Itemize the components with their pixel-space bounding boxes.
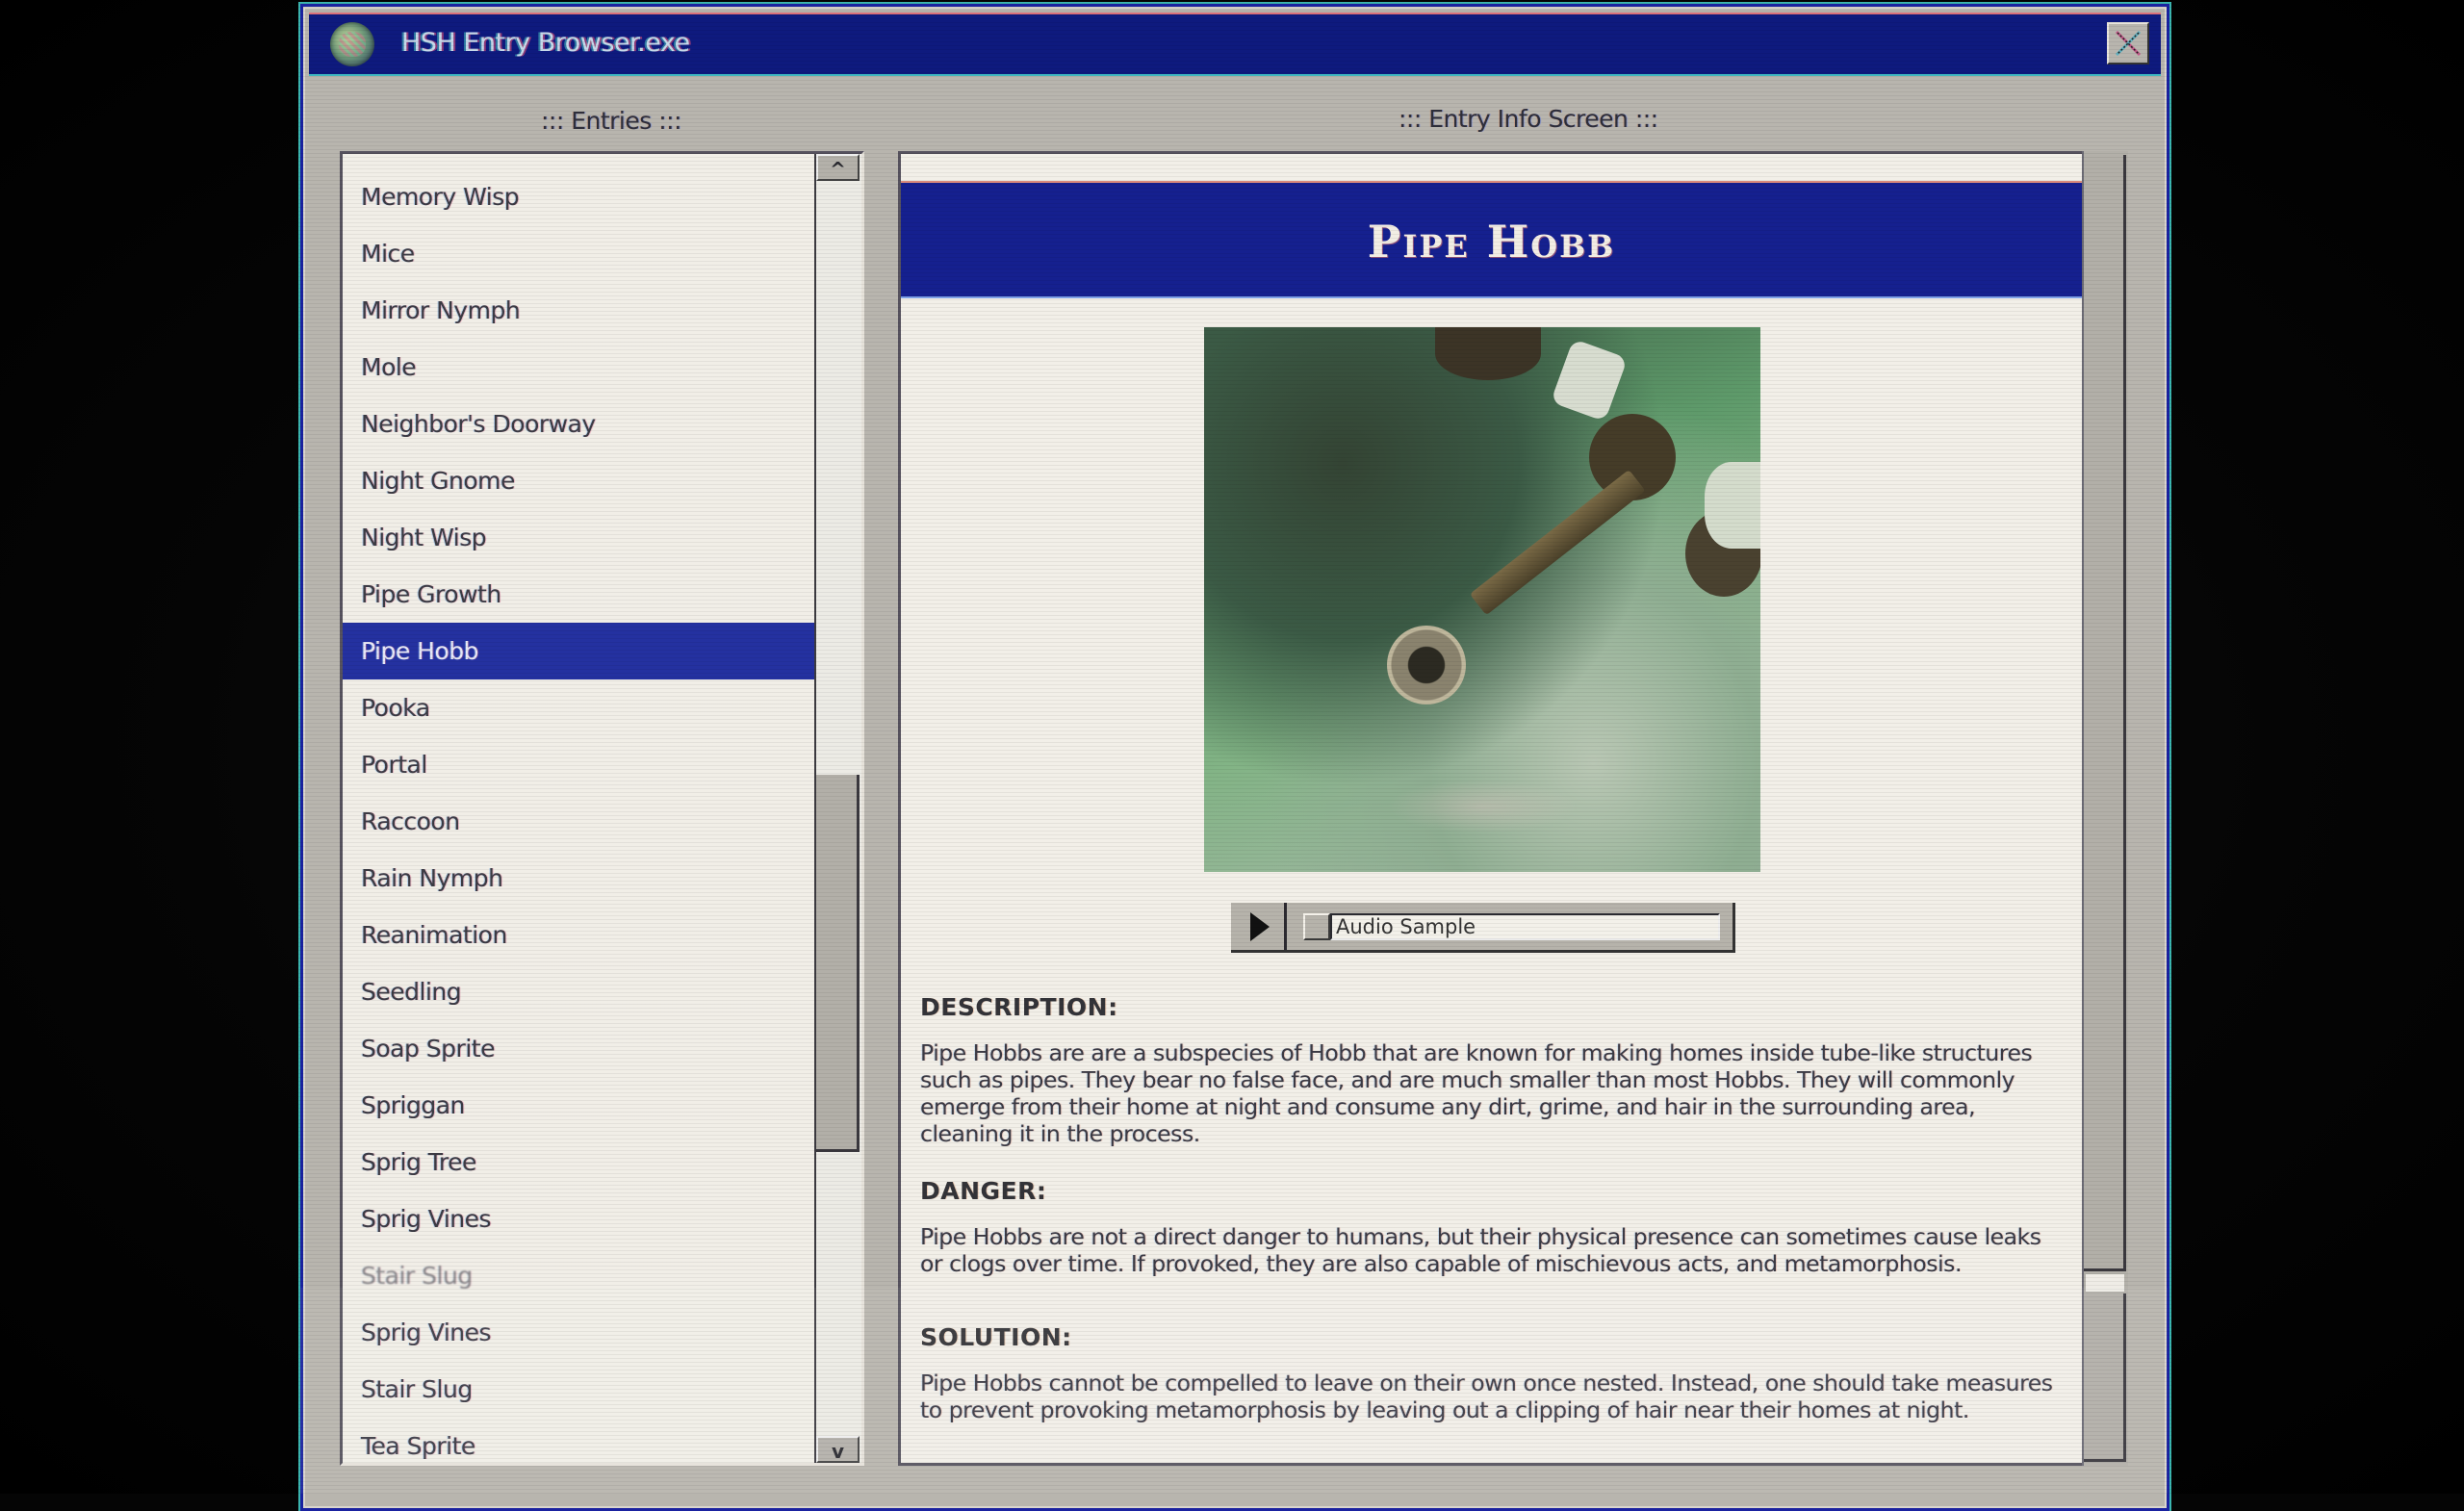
globe-icon xyxy=(330,22,374,66)
list-item[interactable]: Night Gnome xyxy=(343,452,824,509)
list-item[interactable]: Sprig Tree xyxy=(343,1134,824,1191)
close-icon xyxy=(2115,30,2142,57)
scroll-down-button[interactable]: v xyxy=(816,1436,860,1463)
list-item[interactable]: Memory Wisp xyxy=(343,168,824,225)
entry-info-label: ::: Entry Info Screen ::: xyxy=(1399,105,1658,133)
list-item[interactable]: Pooka xyxy=(343,679,824,736)
title-bar[interactable]: HSH Entry Browser.exe xyxy=(309,13,2161,76)
list-item[interactable]: Tea Sprite xyxy=(343,1418,824,1463)
list-item[interactable]: Stair Slug xyxy=(343,1361,824,1418)
list-item[interactable]: Stair Slug xyxy=(343,1247,824,1304)
list-item[interactable]: Mole xyxy=(343,339,824,396)
scroll-up-button[interactable]: ^ xyxy=(816,154,860,181)
list-item[interactable]: Pipe Growth xyxy=(343,566,824,623)
chevron-up-icon: ^ xyxy=(830,158,846,181)
info-scroll-thumb[interactable] xyxy=(2084,155,2126,1271)
list-item[interactable]: Neighbor's Doorway xyxy=(343,396,824,452)
photo-detail xyxy=(1550,338,1629,423)
close-button[interactable] xyxy=(2107,22,2149,64)
list-item[interactable]: Mice xyxy=(343,225,824,282)
list-item[interactable]: Spriggan xyxy=(343,1077,824,1134)
photo-detail xyxy=(1469,469,1646,616)
list-item[interactable]: Rain Nymph xyxy=(343,850,824,907)
app-window: HSH Entry Browser.exe ::: Entries ::: ::… xyxy=(300,4,2169,1511)
description-text: Pipe Hobbs are are a subspecies of Hobb … xyxy=(920,1039,2033,1147)
danger-text: Pipe Hobbs are not a direct danger to hu… xyxy=(920,1223,2041,1277)
list-item-selected[interactable]: Pipe Hobb xyxy=(343,623,824,679)
audio-sample-label: Audio Sample xyxy=(1330,913,1720,940)
entries-label: ::: Entries ::: xyxy=(541,107,682,135)
entries-scroll-thumb[interactable] xyxy=(816,775,860,1152)
list-item[interactable]: Night Wisp xyxy=(343,509,824,566)
list-item[interactable]: Seedling xyxy=(343,963,824,1020)
photo-detail xyxy=(1387,626,1466,704)
chevron-down-icon: v xyxy=(831,1440,845,1463)
solution-text: Pipe Hobbs cannot be compelled to leave … xyxy=(920,1370,2053,1423)
window-title: HSH Entry Browser.exe xyxy=(401,28,690,58)
danger-heading: DANGER: xyxy=(920,1177,1047,1205)
entries-scrollbar[interactable]: ^ v xyxy=(814,154,861,1463)
entries-list[interactable]: LeprechaunMemory WispMiceMirror NymphMol… xyxy=(340,151,864,1466)
description-heading: DESCRIPTION: xyxy=(920,993,1118,1021)
info-scroll-gap xyxy=(2086,1274,2124,1292)
list-item[interactable]: Reanimation xyxy=(343,907,824,963)
entry-photo xyxy=(1204,327,1760,872)
solution-heading: SOLUTION: xyxy=(920,1323,1072,1351)
entry-info-panel: Pipe Hobb Audio Sample DESCRIPTION: Pipe xyxy=(898,151,2082,1466)
list-item[interactable]: Sprig Vines xyxy=(343,1304,824,1361)
list-item[interactable]: Mirror Nymph xyxy=(343,282,824,339)
audio-player: Audio Sample xyxy=(1231,903,1735,953)
crt-screen: HSH Entry Browser.exe ::: Entries ::: ::… xyxy=(0,0,2464,1511)
entry-title-banner: Pipe Hobb xyxy=(901,181,2082,298)
photo-detail xyxy=(1435,327,1541,380)
entries-list-items: LeprechaunMemory WispMiceMirror NymphMol… xyxy=(343,154,824,1463)
entry-title: Pipe Hobb xyxy=(1367,216,1616,268)
info-scrollbar[interactable] xyxy=(2082,151,2128,1466)
list-item[interactable]: Portal xyxy=(343,736,824,793)
info-scroll-thumb-lower[interactable] xyxy=(2084,1293,2126,1462)
list-item[interactable]: Leprechaun xyxy=(343,154,824,168)
list-item[interactable]: Sprig Vines xyxy=(343,1191,824,1247)
photo-detail xyxy=(1705,462,1760,549)
list-item[interactable]: Soap Sprite xyxy=(343,1020,824,1077)
audio-checkbox[interactable] xyxy=(1303,913,1330,940)
list-item[interactable]: Raccoon xyxy=(343,793,824,850)
play-button[interactable] xyxy=(1231,903,1287,950)
